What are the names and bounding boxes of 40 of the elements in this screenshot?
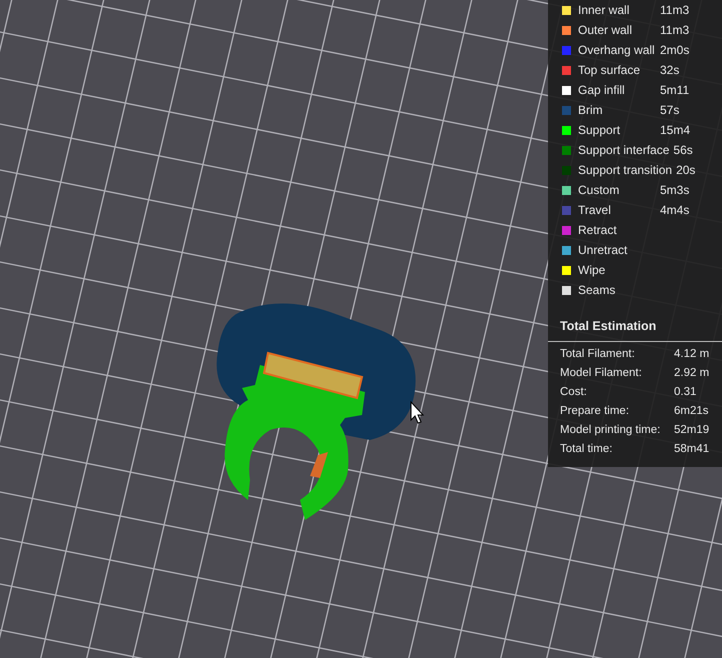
estimate-label: Cost:	[560, 384, 588, 400]
legend-time: 57s	[660, 102, 680, 119]
legend-label: Gap infill	[578, 82, 626, 99]
legend-label: Custom	[578, 182, 620, 199]
legend-time: 5m3s	[660, 182, 690, 199]
legend-label: Inner wall	[578, 2, 630, 19]
legend-label: Brim	[578, 102, 604, 119]
legend-time: 11m3	[660, 2, 690, 19]
legend-time: 15m4	[660, 122, 690, 139]
estimate-value: 58m41	[674, 442, 710, 457]
estimate-label: Model Filament:	[560, 366, 643, 381]
estimate-value: 6m21s	[674, 404, 709, 419]
legend-label: Unretract	[578, 242, 628, 259]
legend-label: Outer wall	[578, 22, 634, 39]
legend-label: Overhang wall	[578, 42, 656, 59]
legend-label: Top surface	[578, 62, 642, 79]
legend-label: Support interface	[578, 142, 670, 159]
legend-label: Wipe	[578, 262, 606, 279]
section-title: Total Estimation	[548, 310, 722, 342]
legend-label: Travel	[578, 202, 612, 219]
legend-time: 32s	[660, 62, 680, 79]
estimate-label: Total Filament:	[560, 346, 636, 362]
legend-label: Support	[578, 122, 622, 139]
legend-label: Support transition	[578, 162, 672, 179]
estimate-label: Prepare time:	[560, 404, 630, 419]
estimate-value: 2.92 m	[674, 366, 710, 381]
legend-label: Retract	[578, 222, 618, 239]
estimate-label: Total time:	[560, 442, 614, 457]
legend-time: 56s	[673, 142, 693, 159]
estimate-value: 0.31	[674, 384, 696, 400]
legend-time: 2m0s	[660, 42, 690, 59]
mouse-cursor-icon	[410, 400, 424, 424]
estimate-value: 52m19	[674, 422, 710, 438]
estimate-label: Model printing time:	[560, 422, 662, 438]
legend-time: 20s	[676, 162, 696, 179]
estimate-value: 4.12 m	[674, 346, 710, 362]
legend-time: 11m3	[660, 22, 690, 39]
legend-time: 4m4s	[660, 202, 690, 219]
legend-label: Seams	[578, 282, 616, 299]
legend-time: 5m11	[660, 82, 690, 99]
